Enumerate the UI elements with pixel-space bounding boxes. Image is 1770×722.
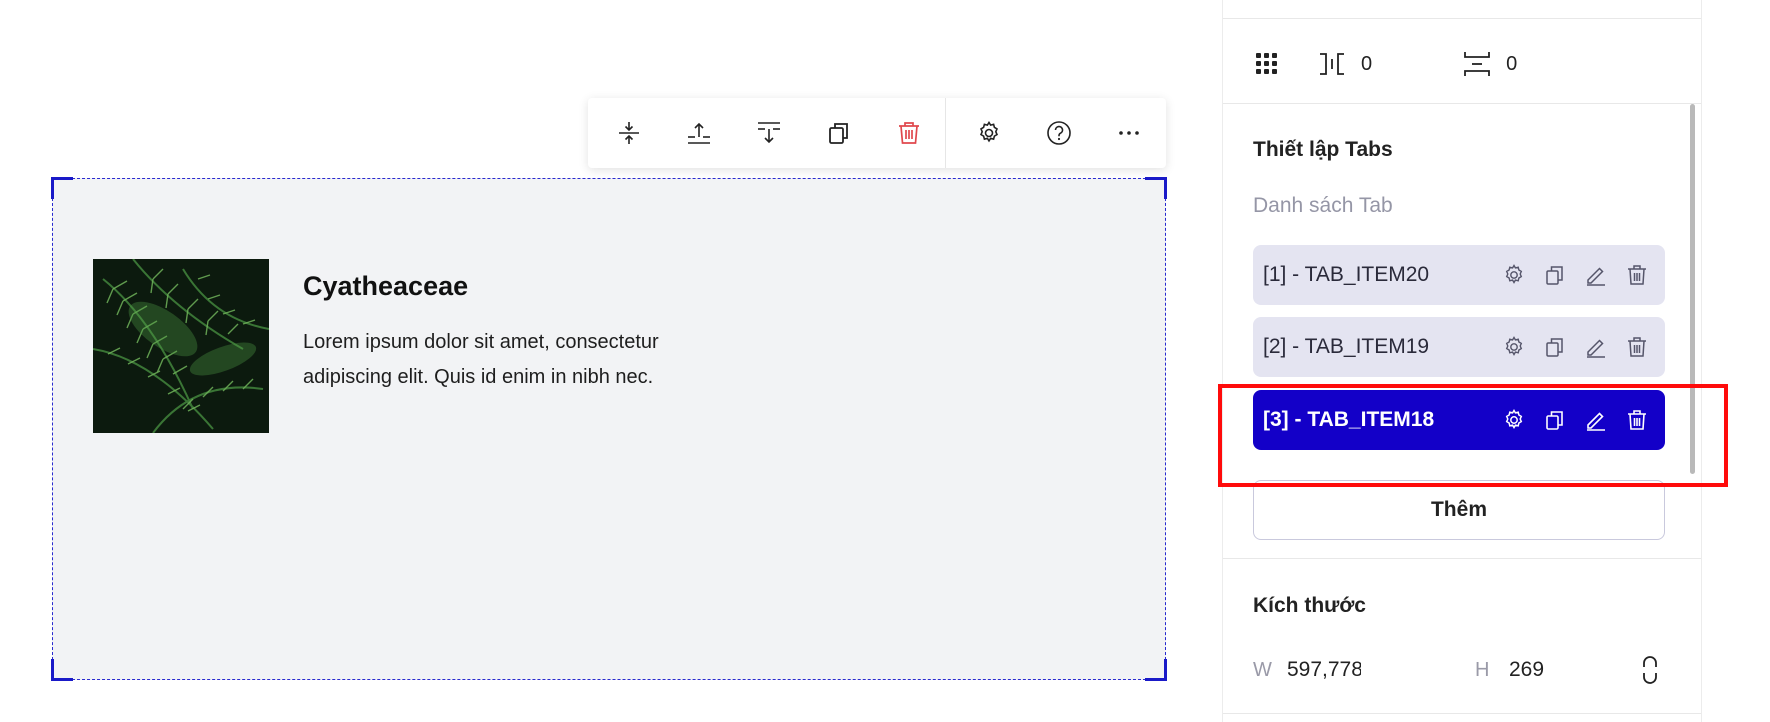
- pencil-icon: [1586, 267, 1605, 286]
- delete-button[interactable]: [874, 98, 944, 168]
- width-input[interactable]: 597,778: [1287, 658, 1361, 682]
- help-button[interactable]: [1024, 98, 1094, 168]
- help-icon: [1047, 121, 1071, 145]
- size-row: W 597,778 H 269: [1253, 650, 1673, 690]
- tab-settings-button[interactable]: [1493, 255, 1534, 295]
- tab-item-actions: [1493, 255, 1657, 295]
- column-gap-value[interactable]: 0: [1361, 53, 1372, 76]
- tab-item-actions: [1493, 327, 1657, 367]
- scrollbar[interactable]: [1690, 104, 1695, 474]
- tab-edit-button[interactable]: [1575, 400, 1616, 440]
- tab-delete-button[interactable]: [1616, 327, 1657, 367]
- link-icon: [1643, 656, 1657, 684]
- tab-content-section[interactable]: Cyatheaceae Lorem ipsum dolor sit amet, …: [51, 177, 1167, 681]
- gear-icon: [1505, 264, 1522, 284]
- size-section-title: Kích thước: [1253, 594, 1366, 617]
- tab-edit-button[interactable]: [1575, 327, 1616, 367]
- tab-item-label: [2] - TAB_ITEM19: [1263, 335, 1430, 358]
- resize-handle-top-left[interactable]: [51, 177, 73, 199]
- tabs-list-label: Danh sách Tab: [1253, 194, 1393, 217]
- tab-duplicate-button[interactable]: [1534, 400, 1575, 440]
- spacing-row: 0 0: [1253, 46, 1673, 82]
- delete-icon: [899, 122, 919, 144]
- row-gap-icon: [1464, 52, 1491, 76]
- more-button[interactable]: [1094, 98, 1164, 168]
- duplicate-button[interactable]: [804, 98, 874, 168]
- trash-icon: [1627, 410, 1646, 430]
- pencil-icon: [1586, 412, 1605, 431]
- tabs-settings-scroll[interactable]: Thiết lập Tabs Danh sách Tab [1] - TAB_I…: [1223, 104, 1703, 556]
- settings-icon: [979, 120, 999, 143]
- properties-panel: 0 0 Thiết lập Tabs Danh sách Tab [1] - T…: [1222, 0, 1702, 722]
- tab-duplicate-button[interactable]: [1534, 327, 1575, 367]
- height-label: H: [1475, 658, 1490, 681]
- card-title[interactable]: Cyatheaceae: [303, 271, 468, 302]
- height-field: H 269: [1475, 658, 1583, 682]
- tab-list-item-active[interactable]: [3] - TAB_ITEM18: [1253, 390, 1665, 450]
- tab-delete-button[interactable]: [1616, 255, 1657, 295]
- duplicate-icon: [829, 123, 848, 144]
- trash-icon: [1627, 337, 1646, 357]
- resize-handle-top-right[interactable]: [1145, 177, 1167, 199]
- tab-duplicate-button[interactable]: [1534, 255, 1575, 295]
- pencil-icon: [1586, 339, 1605, 358]
- toolbar-edit-group: [588, 98, 946, 168]
- grid-layout-button[interactable]: [1253, 49, 1283, 79]
- width-label: W: [1253, 658, 1272, 681]
- divider: [1223, 18, 1701, 19]
- card-text-line: adipiscing elit. Quis id enim in nibh ne…: [303, 366, 654, 388]
- row-gap-value[interactable]: 0: [1506, 53, 1517, 76]
- add-tab-button[interactable]: Thêm: [1253, 480, 1665, 540]
- gear-icon: [1505, 336, 1522, 356]
- more-icon: [1119, 131, 1139, 135]
- column-gap-field[interactable]: 0: [1317, 49, 1372, 79]
- tabs-settings-title: Thiết lập Tabs: [1253, 138, 1393, 161]
- tab-edit-button[interactable]: [1575, 255, 1616, 295]
- row-gap-field[interactable]: 0: [1462, 49, 1517, 79]
- trash-icon: [1627, 265, 1646, 285]
- tab-settings-button[interactable]: [1493, 400, 1534, 440]
- aspect-lock-button[interactable]: [1635, 652, 1665, 688]
- tab-item-label: [1] - TAB_ITEM20: [1263, 263, 1430, 286]
- move-button[interactable]: [594, 98, 664, 168]
- duplicate-icon: [1545, 266, 1563, 285]
- move-icon: [619, 122, 639, 144]
- tab-delete-button[interactable]: [1616, 400, 1657, 440]
- divider: [1223, 713, 1701, 714]
- gear-icon: [1505, 409, 1522, 429]
- tab-list-item[interactable]: [1] - TAB_ITEM20: [1253, 245, 1665, 305]
- element-toolbar: [588, 98, 1166, 168]
- column-gap-icon: [1320, 53, 1344, 75]
- tab-settings-button[interactable]: [1493, 327, 1534, 367]
- grid-icon: [1256, 53, 1277, 74]
- resize-handle-bottom-left[interactable]: [51, 659, 73, 681]
- duplicate-icon: [1545, 338, 1563, 357]
- divider: [1223, 558, 1701, 559]
- insert-above-button[interactable]: [664, 98, 734, 168]
- duplicate-icon: [1545, 411, 1563, 430]
- tab-list-item[interactable]: [2] - TAB_ITEM19: [1253, 317, 1665, 377]
- settings-button[interactable]: [954, 98, 1024, 168]
- tab-item-label: [3] - TAB_ITEM18: [1263, 408, 1435, 431]
- insert-below-icon: [758, 122, 780, 144]
- insert-below-button[interactable]: [734, 98, 804, 168]
- toolbar-more-group: [946, 98, 1164, 168]
- fern-image[interactable]: [93, 259, 269, 433]
- card-description[interactable]: Lorem ipsum dolor sit amet, consectetur …: [303, 325, 743, 395]
- resize-handle-bottom-right[interactable]: [1145, 659, 1167, 681]
- card-text-line: Lorem ipsum dolor sit amet, consectetur: [303, 331, 659, 353]
- insert-above-icon: [688, 122, 710, 144]
- tab-item-actions: [1493, 400, 1657, 440]
- height-input[interactable]: 269: [1509, 658, 1583, 682]
